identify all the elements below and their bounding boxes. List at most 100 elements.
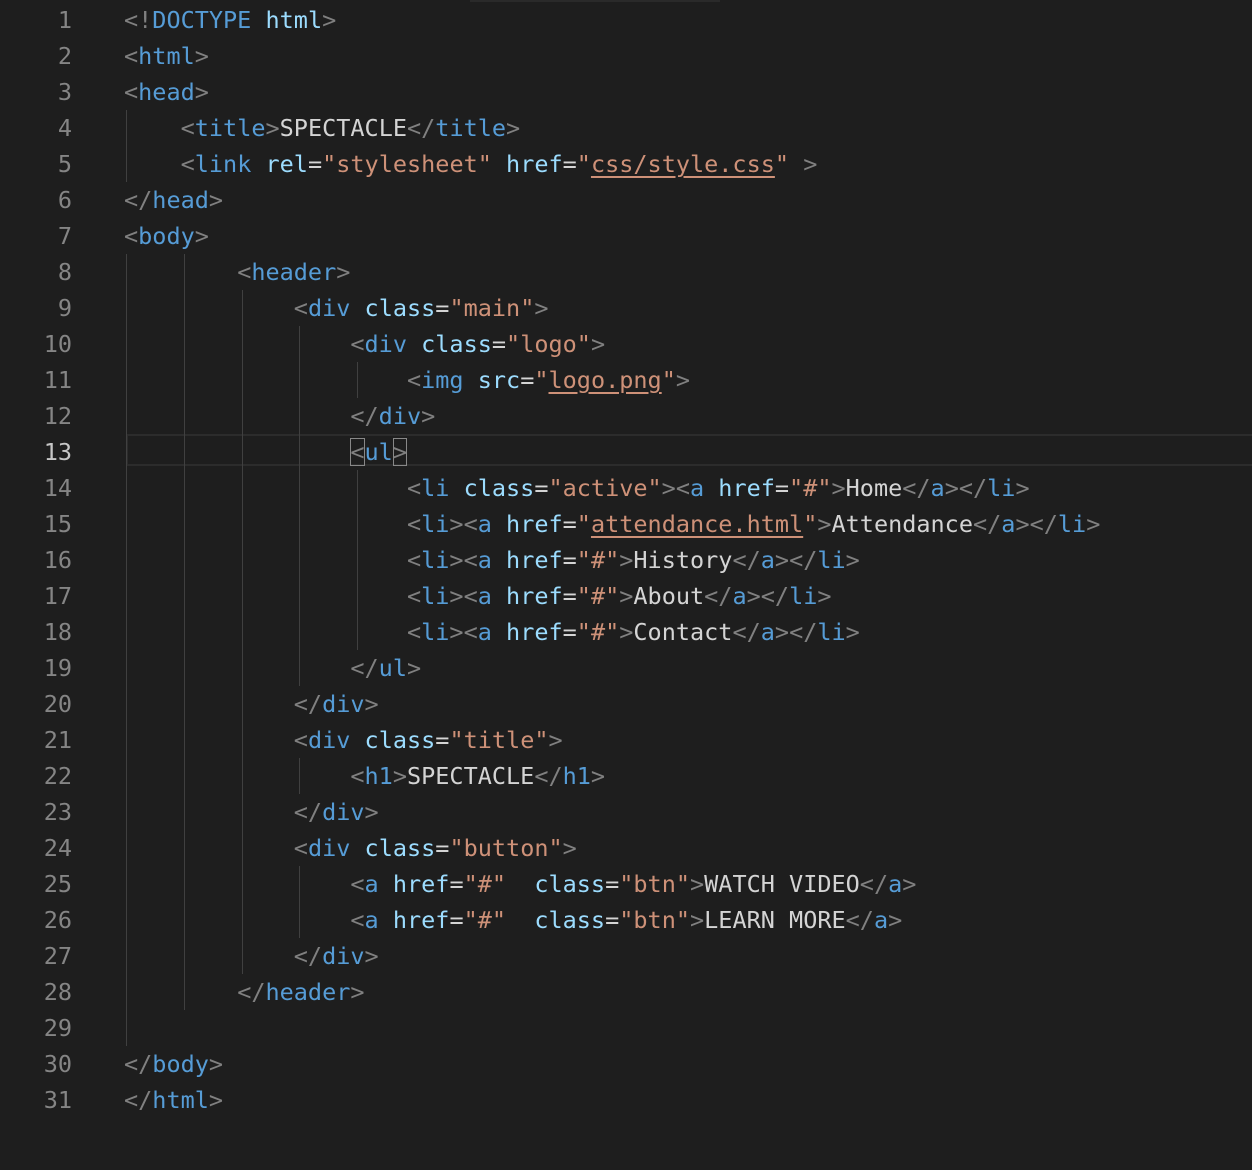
code-line[interactable]: 4 <title>SPECTACLE</title> bbox=[0, 110, 1252, 146]
code-editor[interactable]: 1 <!DOCTYPE html> 2 <html> 3 <head> 4 <title>S… bbox=[0, 0, 1252, 1170]
code-line[interactable]: 28 </header> bbox=[0, 974, 1252, 1010]
code-token: class bbox=[534, 906, 606, 934]
code-text: <head> bbox=[124, 74, 209, 110]
code-token: < bbox=[124, 78, 139, 106]
code-line[interactable]: 18 <li><a href="#">Contact</a></li> bbox=[0, 614, 1252, 650]
code-line[interactable]: 30 </body> bbox=[0, 1046, 1252, 1082]
line-number: 22 bbox=[43, 762, 72, 790]
code-token: = bbox=[562, 150, 577, 178]
code-line[interactable]: 23 </div> bbox=[0, 794, 1252, 830]
code-token: = bbox=[435, 834, 450, 862]
code-line[interactable]: 2 <html> bbox=[0, 38, 1252, 74]
code-line[interactable]: 19 </ul> bbox=[0, 650, 1252, 686]
code-line[interactable]: 11 <img src="logo.png"> bbox=[0, 362, 1252, 398]
code-line[interactable]: 24 <div class="button"> bbox=[0, 830, 1252, 866]
code-token: < bbox=[406, 618, 422, 646]
code-token: > bbox=[944, 474, 959, 502]
code-token: a bbox=[760, 618, 775, 646]
line-number: 13 bbox=[43, 438, 72, 466]
code-token: "#" bbox=[576, 546, 620, 574]
code-token: </ bbox=[124, 186, 153, 214]
code-line[interactable]: 21 <div class="title"> bbox=[0, 722, 1252, 758]
code-token: "logo" bbox=[506, 330, 591, 358]
code-line[interactable]: 9 <div class="main"> bbox=[0, 290, 1252, 326]
code-line[interactable]: 8 <header> bbox=[0, 254, 1252, 290]
code-line[interactable]: 6 </head> bbox=[0, 182, 1252, 218]
code-token: = bbox=[307, 150, 323, 178]
code-token: < bbox=[463, 582, 478, 610]
code-line[interactable]: 17 <li><a href="#">About</a></li> bbox=[0, 578, 1252, 614]
code-token: div bbox=[307, 834, 351, 862]
code-token: = bbox=[562, 582, 577, 610]
code-text: </div> bbox=[124, 398, 435, 434]
code-token: title bbox=[194, 114, 266, 142]
code-token: = bbox=[605, 870, 620, 898]
code-token: </ bbox=[124, 1086, 153, 1114]
line-number: 28 bbox=[43, 978, 72, 1006]
code-token: href bbox=[506, 618, 563, 646]
code-token: < bbox=[293, 726, 308, 754]
code-line[interactable]: 16 <li><a href="#">History</a></li> bbox=[0, 542, 1252, 578]
code-line[interactable]: 13 <ul> bbox=[0, 434, 1252, 470]
code-line[interactable]: 27 </div> bbox=[0, 938, 1252, 974]
line-number: 12 bbox=[43, 402, 72, 430]
code-token: < bbox=[463, 618, 478, 646]
code-line[interactable]: 15 <li><a href="attendance.html">Attenda… bbox=[0, 506, 1252, 542]
code-text: </div> bbox=[124, 686, 379, 722]
code-token: > bbox=[803, 150, 818, 178]
code-line[interactable]: 1 <!DOCTYPE html> bbox=[0, 2, 1252, 38]
code-text: </html> bbox=[124, 1082, 223, 1118]
code-line[interactable]: 10 <div class="logo"> bbox=[0, 326, 1252, 362]
code-token: li bbox=[421, 618, 450, 646]
line-number: 14 bbox=[43, 474, 72, 502]
code-line[interactable]: 5 <link rel="stylesheet" href="css/style… bbox=[0, 146, 1252, 182]
code-token: > bbox=[208, 186, 224, 214]
code-line[interactable]: 22 <h1>SPECTACLE</h1> bbox=[0, 758, 1252, 794]
code-token: > bbox=[208, 1086, 224, 1114]
code-token: < bbox=[124, 42, 139, 70]
code-token: header bbox=[251, 258, 337, 286]
code-token: li bbox=[817, 618, 846, 646]
code-token: href bbox=[506, 546, 563, 574]
code-token: </ bbox=[704, 582, 733, 610]
line-number: 17 bbox=[43, 582, 72, 610]
line-number: 16 bbox=[43, 546, 72, 574]
code-text: <body> bbox=[124, 218, 209, 254]
line-number: 2 bbox=[57, 42, 72, 70]
code-token: Contact bbox=[633, 618, 733, 646]
code-token: a bbox=[477, 618, 492, 646]
code-token: </ bbox=[859, 870, 889, 898]
code-line[interactable]: 26 <a href="#" class="btn">LEARN MORE</a… bbox=[0, 902, 1252, 938]
code-token: About bbox=[633, 582, 705, 610]
code-token: <! bbox=[124, 6, 153, 34]
code-token: title bbox=[435, 114, 507, 142]
code-token: SPECTACLE bbox=[406, 762, 535, 790]
code-token: a bbox=[732, 582, 747, 610]
line-number: 26 bbox=[43, 906, 72, 934]
line-number: 15 bbox=[43, 510, 72, 538]
code-line[interactable]: 25 <a href="#" class="btn">WATCH VIDEO</… bbox=[0, 866, 1252, 902]
code-line[interactable]: 20 </div> bbox=[0, 686, 1252, 722]
code-token: </ bbox=[293, 942, 323, 970]
code-token: < bbox=[180, 150, 195, 178]
code-text: <li><a href="#">History</a></li> bbox=[124, 542, 860, 578]
code-token: < bbox=[237, 258, 252, 286]
code-line[interactable]: 12 </div> bbox=[0, 398, 1252, 434]
code-token: </ bbox=[293, 798, 323, 826]
line-number: 24 bbox=[43, 834, 72, 862]
code-token: div bbox=[307, 726, 351, 754]
code-token: href bbox=[506, 150, 563, 178]
code-text: <li class="active"><a href="#">Home</a><… bbox=[124, 470, 1030, 506]
code-line[interactable]: 29 bbox=[0, 1010, 1252, 1046]
code-token: < bbox=[406, 474, 422, 502]
code-line[interactable]: 3 <head> bbox=[0, 74, 1252, 110]
code-line[interactable]: 7 <body> bbox=[0, 218, 1252, 254]
code-line[interactable]: 14 <li class="active"><a href="#">Home</… bbox=[0, 470, 1252, 506]
code-line[interactable]: 31 </html> bbox=[0, 1082, 1252, 1118]
code-token: < bbox=[293, 294, 308, 322]
